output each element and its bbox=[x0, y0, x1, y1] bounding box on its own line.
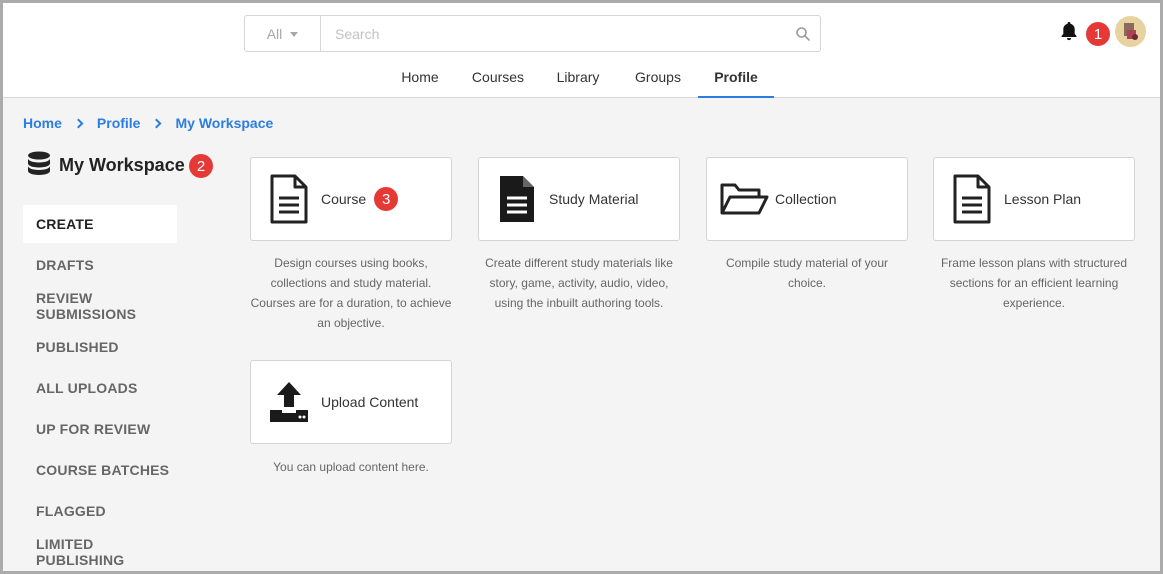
sidebar-item-all-uploads[interactable]: ALL UPLOADS bbox=[23, 369, 177, 407]
breadcrumb-home[interactable]: Home bbox=[23, 115, 62, 131]
search-button[interactable] bbox=[786, 16, 820, 51]
upload-icon bbox=[267, 376, 311, 428]
card-label: Lesson Plan bbox=[1004, 191, 1082, 207]
breadcrumb: Home Profile My Workspace bbox=[23, 115, 273, 131]
document-filled-icon bbox=[495, 173, 539, 225]
card-label: Course bbox=[321, 191, 367, 207]
nav-courses[interactable]: Courses bbox=[462, 61, 534, 98]
notification-badge: 1 bbox=[1086, 22, 1110, 46]
card-label: Study Material bbox=[549, 191, 639, 207]
search-bar: All bbox=[244, 15, 821, 52]
app-frame: All 1 Home Courses L bbox=[3, 3, 1160, 571]
chevron-right-icon bbox=[73, 118, 84, 128]
course-badge: 3 bbox=[374, 187, 399, 211]
card-label: Upload Content bbox=[321, 394, 419, 410]
sidebar-item-create[interactable]: CREATE bbox=[23, 205, 177, 243]
card-label: Collection bbox=[775, 191, 837, 207]
search-scope-label: All bbox=[266, 25, 283, 42]
workspace-title-text: My Workspace bbox=[59, 154, 185, 175]
main-nav: Home Courses Library Groups Profile bbox=[3, 61, 1160, 98]
caret-down-icon bbox=[290, 32, 299, 37]
nav-library[interactable]: Library bbox=[544, 61, 612, 98]
nav-home[interactable]: Home bbox=[387, 61, 453, 98]
document-outline-icon bbox=[950, 173, 994, 225]
course-description: Design courses using books, collections … bbox=[250, 256, 452, 330]
database-icon bbox=[28, 151, 50, 175]
sidebar-item-up-for-review[interactable]: UP FOR REVIEW bbox=[23, 410, 177, 448]
create-study-material-card[interactable]: Study Material bbox=[478, 157, 680, 241]
avatar[interactable] bbox=[1115, 16, 1146, 47]
create-collection-card[interactable]: Collection bbox=[706, 157, 908, 241]
top-header: All 1 Home Courses L bbox=[3, 3, 1160, 98]
sidebar-item-published[interactable]: PUBLISHED bbox=[23, 328, 177, 366]
nav-groups[interactable]: Groups bbox=[623, 61, 693, 98]
nav-profile[interactable]: Profile bbox=[698, 61, 774, 98]
bell-icon[interactable] bbox=[1058, 20, 1080, 42]
document-outline-icon bbox=[267, 173, 311, 225]
breadcrumb-profile[interactable]: Profile bbox=[97, 115, 141, 131]
folder-open-icon bbox=[719, 173, 769, 225]
sidebar-item-flagged[interactable]: FLAGGED bbox=[23, 492, 177, 530]
sidebar-item-review-submissions[interactable]: REVIEW SUBMISSIONS bbox=[23, 287, 177, 325]
search-icon bbox=[796, 26, 810, 41]
upload-content-card[interactable]: Upload Content bbox=[250, 360, 452, 444]
create-lesson-plan-card[interactable]: Lesson Plan bbox=[933, 157, 1135, 241]
lesson-plan-description: Frame lesson plans with structured secti… bbox=[940, 256, 1128, 310]
search-input[interactable] bbox=[321, 16, 786, 51]
study-material-description: Create different study materials like st… bbox=[485, 256, 673, 310]
sidebar-item-drafts[interactable]: DRAFTS bbox=[23, 246, 177, 284]
sidebar-item-course-batches[interactable]: COURSE BATCHES bbox=[23, 451, 177, 489]
chevron-right-icon bbox=[152, 118, 162, 128]
workspace-title: My Workspace bbox=[27, 151, 185, 179]
search-scope-dropdown[interactable]: All bbox=[245, 16, 321, 51]
upload-content-description: You can upload content here. bbox=[273, 460, 429, 474]
breadcrumb-my-workspace[interactable]: My Workspace bbox=[175, 115, 273, 131]
create-course-card[interactable]: Course 3 bbox=[250, 157, 452, 241]
sidebar-item-limited-publishing[interactable]: LIMITED PUBLISHING bbox=[23, 533, 177, 571]
workspace-badge: 2 bbox=[189, 154, 213, 178]
collection-description: Compile study material of your choice. bbox=[725, 256, 889, 290]
